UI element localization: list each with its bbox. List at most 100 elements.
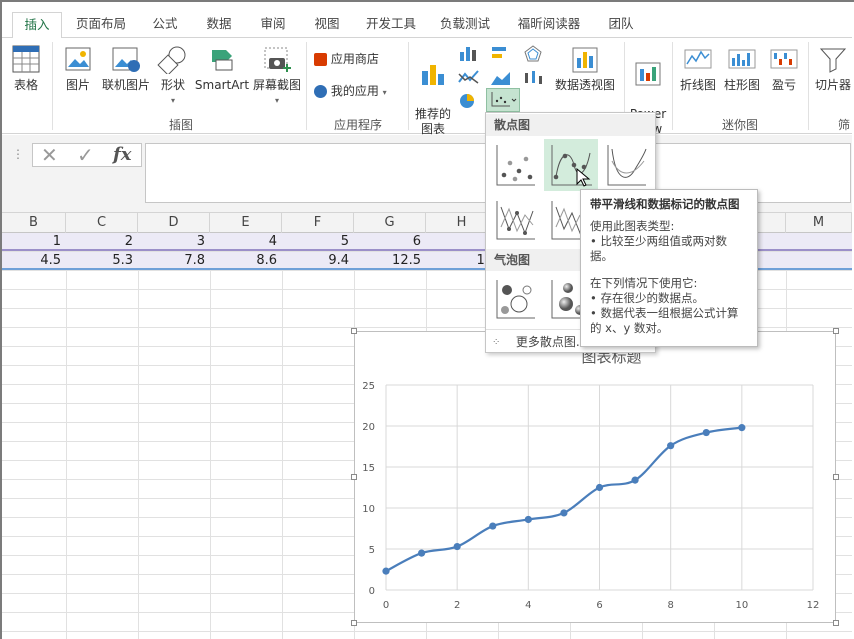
scatter-chart-button[interactable] xyxy=(486,88,520,112)
scatter-basic-option[interactable] xyxy=(493,141,539,189)
radar-chart-button[interactable] xyxy=(518,44,548,62)
stock-chart-icon xyxy=(525,71,542,84)
insert-function-icon[interactable]: fx xyxy=(113,144,131,166)
group-separator xyxy=(808,42,809,130)
tab-load-test[interactable]: 负载测试 xyxy=(432,12,498,38)
my-apps-button[interactable]: 我的应用 ▾ xyxy=(314,84,404,100)
cancel-icon[interactable]: ✕ xyxy=(41,144,58,166)
chart-area[interactable]: 图表标题 0 5 10 15 20 25 0 2 4 6 8 10 12 xyxy=(354,331,836,623)
check-icon[interactable]: ✓ xyxy=(77,144,94,166)
resize-handle[interactable] xyxy=(351,474,357,480)
online-picture-label: 联机图片 xyxy=(101,78,150,92)
column-header-e[interactable]: E xyxy=(210,213,282,233)
my-apps-dropdown-icon: ▾ xyxy=(382,88,387,97)
column-header-b[interactable]: B xyxy=(2,213,66,233)
sparkline-winloss-button[interactable]: 盈亏 xyxy=(764,44,804,93)
resize-handle[interactable] xyxy=(833,620,839,626)
screenshot-label: 屏幕截图 xyxy=(252,78,301,92)
smartart-label: SmartArt xyxy=(194,78,250,92)
area-chart-button[interactable] xyxy=(486,68,516,86)
data-point xyxy=(417,549,426,557)
y-tick-label: 15 xyxy=(362,463,375,474)
data-point xyxy=(667,442,675,450)
shapes-button[interactable]: 形状 ▾ xyxy=(154,44,192,108)
pie-chart-icon xyxy=(460,94,474,108)
x-tick-label: 10 xyxy=(735,600,748,611)
table-label: 表格 xyxy=(13,78,38,92)
screenshot-dropdown-icon: ▾ xyxy=(274,96,279,105)
stock-chart-button[interactable] xyxy=(518,68,548,86)
chart-tooltip: 带平滑线和数据标记的散点图 使用此图表类型: • 比较至少两组值或两对数据。 在… xyxy=(580,189,758,347)
group-separator xyxy=(52,42,53,130)
tab-foxit-reader[interactable]: 福昕阅读器 xyxy=(506,12,592,38)
resize-handle[interactable] xyxy=(833,328,839,334)
more-charts-icon: ⁘ xyxy=(492,336,501,348)
smartart-button[interactable]: SmartArt xyxy=(194,44,250,93)
y-tick-label: 25 xyxy=(362,381,375,392)
cell-y-value[interactable]: 7.8 xyxy=(138,252,210,270)
power-view-icon xyxy=(635,62,661,86)
pivot-chart-button[interactable]: 数据透视图 xyxy=(550,44,620,93)
tab-insert[interactable]: 插入 xyxy=(12,12,62,39)
sparkline-line-button[interactable]: 折线图 xyxy=(676,44,720,93)
data-point xyxy=(382,567,390,575)
sparkline-column-button[interactable]: 柱形图 xyxy=(720,44,764,93)
table-button[interactable]: 表格 xyxy=(6,44,46,93)
cell-y-value[interactable]: 4.5 xyxy=(2,252,66,270)
x-tick-label: 0 xyxy=(383,600,389,611)
resize-handle[interactable] xyxy=(833,474,839,480)
column-header-m[interactable]: M xyxy=(786,213,852,233)
group-filter-label: 筛 xyxy=(837,118,850,132)
tab-developer[interactable]: 开发工具 xyxy=(358,12,424,38)
column-chart-icon xyxy=(460,47,476,61)
resize-handle[interactable] xyxy=(351,620,357,626)
x-tick-label: 12 xyxy=(807,600,820,611)
sparkline-column-label: 柱形图 xyxy=(723,78,760,92)
tab-review[interactable]: 审阅 xyxy=(250,12,296,38)
column-header-g[interactable]: G xyxy=(354,213,426,233)
slicer-button[interactable]: 切片器 xyxy=(812,44,854,93)
picture-button[interactable]: 图片 xyxy=(58,44,98,93)
cell-x-value[interactable]: 6 xyxy=(354,233,426,251)
cell-x-value[interactable]: 1 xyxy=(2,233,66,251)
tab-view[interactable]: 视图 xyxy=(304,12,350,38)
app-store-button[interactable]: 应用商店 xyxy=(314,52,400,67)
my-apps-label: 我的应用 xyxy=(330,84,379,98)
tooltip-line: • 比较至少两组值或两对数据。 xyxy=(590,234,727,263)
cell-x-value[interactable]: 5 xyxy=(282,233,354,251)
scatter-straight-markers-icon xyxy=(496,201,535,240)
tab-data[interactable]: 数据 xyxy=(196,12,242,38)
bubble-option[interactable] xyxy=(493,276,539,322)
scatter-chart-icon xyxy=(491,92,517,107)
area-chart-icon xyxy=(491,72,510,85)
cell-x-value[interactable]: 2 xyxy=(66,233,138,251)
tab-team[interactable]: 团队 xyxy=(598,12,644,38)
tab-page-layout[interactable]: 页面布局 xyxy=(68,12,134,38)
cell-y-value[interactable]: 8.6 xyxy=(210,252,282,270)
sparkline-line-label: 折线图 xyxy=(679,78,716,92)
data-point xyxy=(631,476,639,484)
screenshot-button[interactable]: 屏幕截图 ▾ xyxy=(250,44,304,108)
cell-x-value[interactable]: 3 xyxy=(138,233,210,251)
column-header-d[interactable]: D xyxy=(138,213,210,233)
scatter-straight-markers-option[interactable] xyxy=(493,197,539,243)
column-header-c[interactable]: C xyxy=(66,213,138,233)
column-header-f[interactable]: F xyxy=(282,213,354,233)
y-tick-label: 0 xyxy=(369,586,375,597)
cell-x-value[interactable]: 4 xyxy=(210,233,282,251)
online-picture-button[interactable]: 联机图片 xyxy=(100,44,152,93)
cell-y-value[interactable]: 12.5 xyxy=(354,252,426,270)
tab-formulas[interactable]: 公式 xyxy=(142,12,188,38)
resize-handle[interactable] xyxy=(351,328,357,334)
bar-chart-button[interactable] xyxy=(486,44,516,62)
online-picture-icon xyxy=(112,47,140,72)
cell-y-value[interactable]: 9.4 xyxy=(282,252,354,270)
pie-chart-button[interactable] xyxy=(454,92,484,110)
y-tick-label: 10 xyxy=(362,504,375,515)
column-chart-button[interactable] xyxy=(454,44,484,62)
cell-y-value[interactable]: 5.3 xyxy=(66,252,138,270)
more-scatter-charts-label: 更多散点图... xyxy=(515,335,588,349)
scatter-smooth-option[interactable] xyxy=(604,141,650,189)
smartart-icon xyxy=(212,50,233,71)
line-chart-button[interactable] xyxy=(454,68,484,86)
